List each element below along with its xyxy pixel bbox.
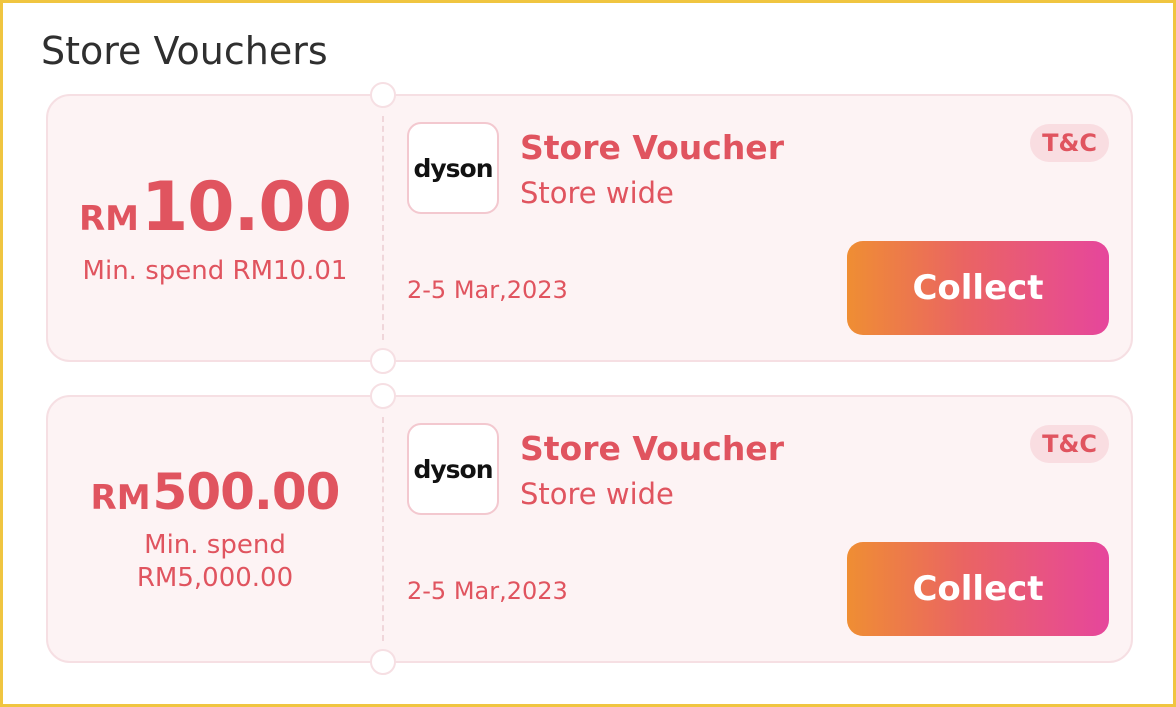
voucher-subtitle: Store wide [520,477,674,511]
collect-button[interactable]: Collect [847,241,1109,335]
amount-value: 500.00 [152,463,341,521]
collect-button[interactable]: Collect [847,542,1109,636]
voucher-value: RM 10.00 Min. spend RM10.01 [48,96,382,360]
store-vouchers-panel: Store Vouchers RM 10.00 Min. spend RM10.… [0,0,1176,707]
voucher-date: 2-5 Mar,2023 [407,276,568,304]
voucher-amount: RM 500.00 [90,463,341,521]
dashed-divider [382,417,384,641]
voucher-subtitle: Store wide [520,176,674,210]
logo-text: dyson [413,454,493,484]
tc-button[interactable]: T&C [1030,425,1109,463]
voucher-card: RM 500.00 Min. spend RM5,000.00 dyson St… [46,383,1133,675]
currency-label: RM [78,199,139,239]
voucher-title: Store Voucher [520,128,784,167]
store-logo: dyson [407,423,499,515]
tc-button[interactable]: T&C [1030,124,1109,162]
store-logo: dyson [407,122,499,214]
voucher-date: 2-5 Mar,2023 [407,577,568,605]
logo-text: dyson [413,153,493,183]
voucher-title: Store Voucher [520,429,784,468]
voucher-amount: RM 10.00 [78,168,352,247]
min-spend: Min. spend RM5,000.00 [136,530,294,593]
currency-label: RM [90,478,151,518]
voucher-value: RM 500.00 Min. spend RM5,000.00 [48,397,382,661]
amount-value: 10.00 [140,168,352,247]
dashed-divider [382,116,384,340]
min-spend: Min. spend RM10.01 [82,256,348,286]
voucher-card: RM 10.00 Min. spend RM10.01 dyson Store … [46,82,1133,374]
section-title: Store Vouchers [41,29,328,73]
